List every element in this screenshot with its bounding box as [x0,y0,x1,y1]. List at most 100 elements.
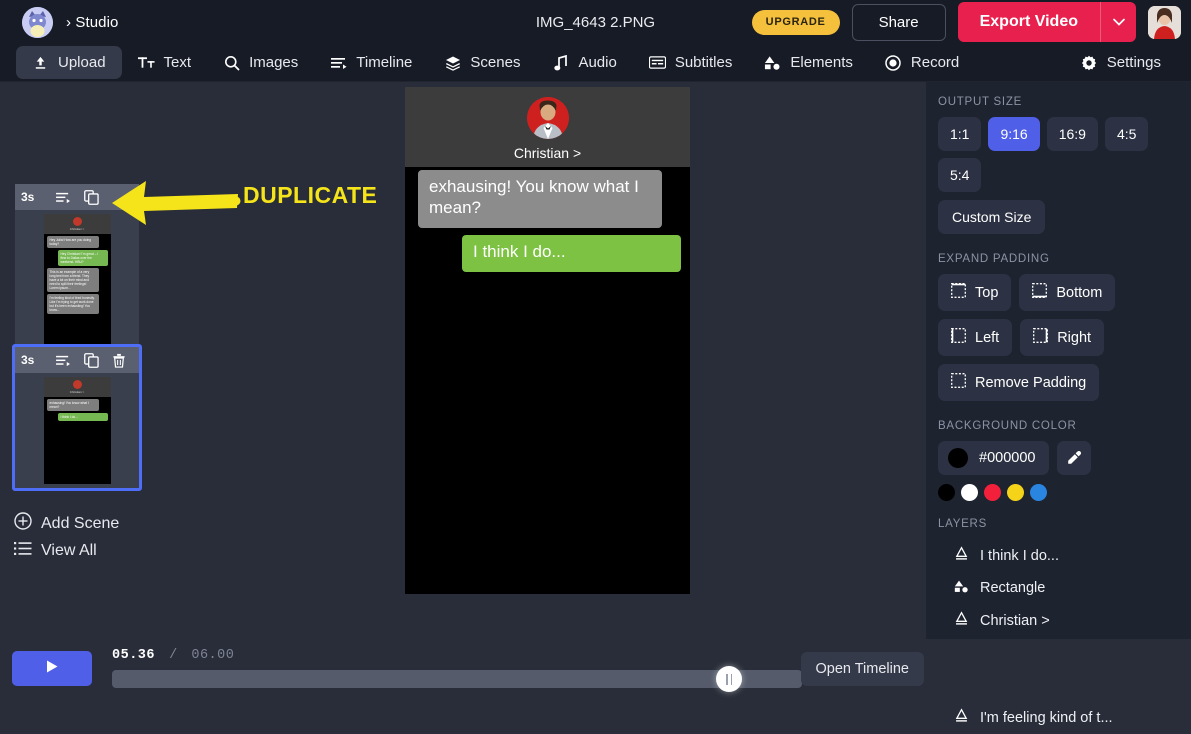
remove-padding-label: Remove Padding [975,375,1086,391]
timeline-icon[interactable] [49,347,77,373]
layer-item[interactable]: Christian > [926,604,1191,637]
imessage-header: Christian > [405,87,690,167]
remove-padding-icon [951,373,966,392]
gear-icon [1081,54,1098,71]
subtitles-icon [649,54,666,71]
progress-track[interactable] [112,670,802,688]
ratio-1-1[interactable]: 1:1 [938,117,981,151]
custom-size-button[interactable]: Custom Size [938,200,1045,234]
swatch-yellow[interactable] [1007,484,1024,501]
add-scene-label: Add Scene [41,515,119,533]
text-layer-icon [954,708,969,727]
tab-audio[interactable]: Audio [536,46,632,79]
swatch-blue[interactable] [1030,484,1047,501]
remove-padding-button[interactable]: Remove Padding [938,364,1099,401]
layer-item[interactable]: Rectangle [926,572,1191,604]
duplicate-icon[interactable] [77,347,105,373]
user-avatar[interactable] [1148,6,1181,39]
contact-avatar [73,380,82,389]
padding-bottom-icon [1032,283,1047,302]
padding-top-button[interactable]: Top [938,274,1011,311]
message-bubble-outgoing[interactable]: I think I do... [462,235,681,272]
play-button[interactable] [12,651,92,686]
tab-label: Scenes [470,54,520,71]
scene-thumbnail-1[interactable]: Christian > Hey Julia! How are you doing… [15,210,139,350]
bubble: This is an example of a very long text f… [47,268,99,292]
playhead-handle[interactable] [716,666,742,692]
tab-label: Upload [58,54,106,71]
swatch-red[interactable] [984,484,1001,501]
annotation-label: DUPLICATE [243,182,377,209]
color-swatches [926,484,1191,501]
scene-duration[interactable]: 3s [21,190,49,204]
contact-name: Christian > [70,390,84,394]
tab-text[interactable]: Text [122,46,208,79]
ratio-9-16[interactable]: 9:16 [988,117,1039,151]
tab-subtitles[interactable]: Subtitles [633,46,749,79]
view-all-button[interactable]: View All [14,541,97,561]
open-timeline-button[interactable]: Open Timeline [801,652,925,686]
tab-label: Timeline [356,54,412,71]
padding-row-2: Left Right [926,319,1191,356]
contact-name: Christian > [70,227,84,231]
main-area: 3s Christian > Hey Julia! How are you do… [0,82,1191,697]
share-button[interactable]: Share [852,4,946,41]
layer-name: Christian > [980,613,1050,629]
ratio-4-5[interactable]: 4:5 [1105,117,1148,151]
padding-right-label: Right [1057,330,1091,346]
trash-icon[interactable] [105,347,133,373]
bubble: Hey Christian! I'm great – I flew to Dal… [58,250,108,266]
preview-canvas[interactable]: Christian > exhausing! You know what I m… [405,87,690,594]
scene-toolbar-1: 3s [15,184,139,210]
logo-area[interactable]: › Studio [22,7,119,38]
tab-record[interactable]: Record [869,46,975,79]
ratio-16-9[interactable]: 16:9 [1047,117,1098,151]
duplicate-icon[interactable] [77,184,105,210]
ratio-5-4[interactable]: 5:4 [938,158,981,192]
tab-label: Subtitles [675,54,733,71]
output-size-label: OUTPUT SIZE [938,96,1191,108]
layer-item[interactable]: I think I do... [926,539,1191,572]
layers-label: LAYERS [938,518,1191,530]
bubble: Hey Julia! How are you doing today? [47,236,99,248]
padding-right-button[interactable]: Right [1020,319,1104,356]
add-scene-button[interactable]: Add Scene [14,512,119,535]
text-layer-icon [954,546,969,565]
timeline-icon [330,54,347,71]
background-color-field[interactable]: #000000 [938,441,1049,475]
scene-item-2[interactable]: 3s Christian > exhausing! You kno [12,344,142,491]
tab-label: Text [164,54,192,71]
message-bubble-incoming[interactable]: exhausing! You know what I mean? [418,170,662,228]
padding-left-button[interactable]: Left [938,319,1012,356]
current-time: 05.36 [112,648,155,663]
timeline-icon[interactable] [49,184,77,210]
swatch-white[interactable] [961,484,978,501]
music-note-icon [552,54,569,71]
layer-item[interactable]: I'm feeling kind of t... [926,701,1191,734]
tab-timeline[interactable]: Timeline [314,46,428,79]
tab-scenes[interactable]: Scenes [428,46,536,79]
contact-avatar [73,217,82,226]
chevron-down-icon[interactable] [1100,2,1136,42]
tab-label: Images [249,54,298,71]
tab-settings[interactable]: Settings [1065,46,1177,79]
scene-item-1[interactable]: 3s Christian > Hey Julia! How are you do… [12,181,142,353]
tab-images[interactable]: Images [207,46,314,79]
scene-duration[interactable]: 3s [21,353,49,367]
cat-avatar-logo[interactable] [22,7,53,38]
tab-label: Settings [1107,54,1161,71]
swatch-black[interactable] [938,484,955,501]
padding-bottom-button[interactable]: Bottom [1019,274,1115,311]
padding-right-icon [1033,328,1048,347]
upgrade-button[interactable]: UPGRADE [752,10,840,35]
bubble: I'm feeling kind of tired honestly. Like… [47,294,99,314]
breadcrumb[interactable]: › Studio [66,14,119,31]
tab-upload[interactable]: Upload [16,46,122,79]
scene-thumbnail-2[interactable]: Christian > exhausing! You know what I m… [15,373,139,488]
export-video-button[interactable]: Export Video [958,2,1100,42]
tab-elements[interactable]: Elements [748,46,869,79]
tab-label: Elements [790,54,853,71]
export-group: Export Video [958,2,1136,42]
custom-size-row: Custom Size [926,200,1191,234]
eyedropper-icon[interactable] [1057,441,1091,475]
